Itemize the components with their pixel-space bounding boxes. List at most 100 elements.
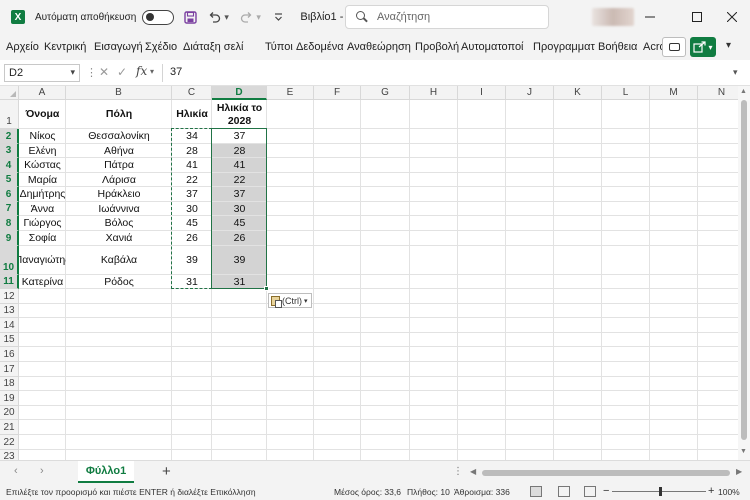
row-header-2[interactable]: 2	[0, 129, 19, 144]
column-header-j[interactable]: J	[506, 86, 554, 100]
data-cell[interactable]: Λάρισα	[66, 173, 172, 187]
header-cell[interactable]: Πόλη	[66, 100, 172, 129]
scroll-right-icon[interactable]: ▶	[736, 467, 742, 476]
data-cell[interactable]: Δημήτρης	[19, 187, 66, 202]
select-all-button[interactable]	[0, 86, 19, 100]
row-header-12[interactable]: 12	[0, 289, 19, 304]
page-break-preview-icon[interactable]	[584, 486, 596, 497]
row-header-10[interactable]: 10	[0, 246, 19, 275]
add-sheet-button[interactable]: +	[162, 463, 171, 480]
row-header-8[interactable]: 8	[0, 216, 19, 231]
formula-input[interactable]: 37	[170, 66, 182, 78]
row-header-5[interactable]: 5	[0, 173, 19, 187]
row-header-20[interactable]: 20	[0, 405, 19, 421]
status-sum[interactable]: Άθροισμα: 336	[454, 487, 510, 497]
close-icon[interactable]	[712, 0, 750, 34]
zoom-out-icon[interactable]: −	[603, 485, 609, 497]
row-header-6[interactable]: 6	[0, 187, 19, 202]
row-header-4[interactable]: 4	[0, 158, 19, 173]
vertical-scroll-thumb[interactable]	[741, 100, 747, 440]
save-icon[interactable]	[182, 9, 198, 25]
header-cell[interactable]: Ηλικία	[172, 100, 212, 129]
paste-options-button[interactable]: (Ctrl) ▾	[268, 293, 312, 308]
zoom-slider-knob[interactable]	[659, 487, 662, 496]
header-cell[interactable]: Όνομα	[19, 100, 66, 129]
enter-icon[interactable]: ✓	[117, 65, 127, 79]
row-header-23[interactable]: 23	[0, 449, 19, 460]
ribbon-collapse-icon[interactable]: ▾	[726, 40, 731, 51]
share-button[interactable]: ▾	[690, 37, 716, 57]
redo-dropdown-icon[interactable]: ▾	[256, 12, 262, 23]
data-cell[interactable]: Ρόδος	[66, 275, 172, 289]
ribbon-tab[interactable]: Δεδομένα	[294, 41, 345, 53]
data-cell[interactable]: Άννα	[19, 202, 66, 216]
row-header-18[interactable]: 18	[0, 376, 19, 392]
maximize-icon[interactable]	[677, 0, 717, 34]
row-header-3[interactable]: 3	[0, 144, 19, 158]
column-header-d[interactable]: D	[212, 86, 267, 100]
scroll-up-icon[interactable]: ▲	[740, 88, 747, 95]
ribbon-tab[interactable]: Αυτοματοποί	[459, 41, 531, 53]
data-cell[interactable]: Χανιά	[66, 231, 172, 246]
expand-formula-bar-icon[interactable]: ▾	[733, 67, 738, 78]
data-cell[interactable]: Παναγιώτης	[19, 246, 66, 275]
row-header-14[interactable]: 14	[0, 318, 19, 333]
column-header-k[interactable]: K	[554, 86, 602, 100]
data-cell[interactable]: Αθήνα	[66, 144, 172, 158]
undo-icon[interactable]	[206, 9, 222, 25]
account-avatar[interactable]	[592, 8, 634, 26]
data-cell[interactable]: Σοφία	[19, 231, 66, 246]
data-cell[interactable]: Πάτρα	[66, 158, 172, 173]
redo-icon[interactable]	[238, 9, 254, 25]
data-cell[interactable]: Θεσσαλονίκη	[66, 129, 172, 144]
autosave-toggle[interactable]	[142, 9, 175, 25]
status-count[interactable]: Πλήθος: 10	[407, 487, 450, 497]
normal-view-icon[interactable]	[530, 486, 542, 497]
search-input[interactable]: Αναζήτηση	[345, 5, 549, 29]
more-options-icon[interactable]: ⋮	[86, 66, 97, 79]
data-cell[interactable]: Ελένη	[19, 144, 66, 158]
horizontal-scroll-thumb[interactable]	[482, 470, 730, 476]
horizontal-scrollbar[interactable]: ◀ ▶	[470, 467, 746, 478]
comments-button[interactable]	[662, 37, 686, 57]
function-dropdown-icon[interactable]: ▾	[150, 67, 154, 76]
row-header-17[interactable]: 17	[0, 362, 19, 377]
ribbon-tab[interactable]: Διάταξη σελί	[181, 41, 263, 53]
row-header-11[interactable]: 11	[0, 275, 19, 289]
column-header-h[interactable]: H	[410, 86, 458, 100]
column-header-m[interactable]: M	[650, 86, 698, 100]
ribbon-tab[interactable]: Προβολή	[413, 41, 459, 53]
column-header-l[interactable]: L	[602, 86, 650, 100]
row-header-7[interactable]: 7	[0, 202, 19, 216]
column-header-b[interactable]: B	[66, 86, 172, 100]
row-header-15[interactable]: 15	[0, 332, 19, 348]
zoom-in-icon[interactable]: +	[708, 485, 714, 497]
column-header-c[interactable]: C	[172, 86, 212, 100]
row-header-19[interactable]: 19	[0, 391, 19, 406]
vertical-scrollbar[interactable]: ▲ ▼	[738, 86, 750, 460]
column-header-f[interactable]: F	[314, 86, 361, 100]
row-header-1[interactable]: 1	[0, 100, 19, 129]
column-header-e[interactable]: E	[267, 86, 314, 100]
ribbon-tab[interactable]: Τύποι	[263, 41, 294, 53]
previous-sheet-icon[interactable]: ‹	[14, 465, 18, 477]
ribbon-tab[interactable]: Αναθεώρηση	[345, 41, 413, 53]
ribbon-tab[interactable]: Βοήθεια	[596, 41, 641, 53]
ribbon-tab[interactable]: Κεντρική	[42, 41, 92, 53]
row-header-16[interactable]: 16	[0, 347, 19, 362]
scroll-down-icon[interactable]: ▼	[740, 448, 747, 455]
header-cell[interactable]: Ηλικία το 2028	[212, 100, 267, 129]
minimize-icon[interactable]	[630, 0, 670, 34]
row-header-21[interactable]: 21	[0, 420, 19, 435]
column-header-g[interactable]: G	[361, 86, 410, 100]
data-cell[interactable]: Κατερίνα	[19, 275, 66, 289]
cancel-icon[interactable]: ✕	[99, 65, 109, 79]
next-sheet-icon[interactable]: ›	[40, 465, 44, 477]
ribbon-tab[interactable]: Σχέδιο	[143, 41, 181, 53]
zoom-level[interactable]: 100%	[718, 487, 740, 497]
ribbon-tab[interactable]: Αρχείο	[4, 41, 42, 53]
scroll-left-icon[interactable]: ◀	[470, 467, 476, 476]
data-cell[interactable]: Βόλος	[66, 216, 172, 231]
undo-dropdown-icon[interactable]: ▾	[224, 12, 230, 23]
row-header-9[interactable]: 9	[0, 231, 19, 246]
